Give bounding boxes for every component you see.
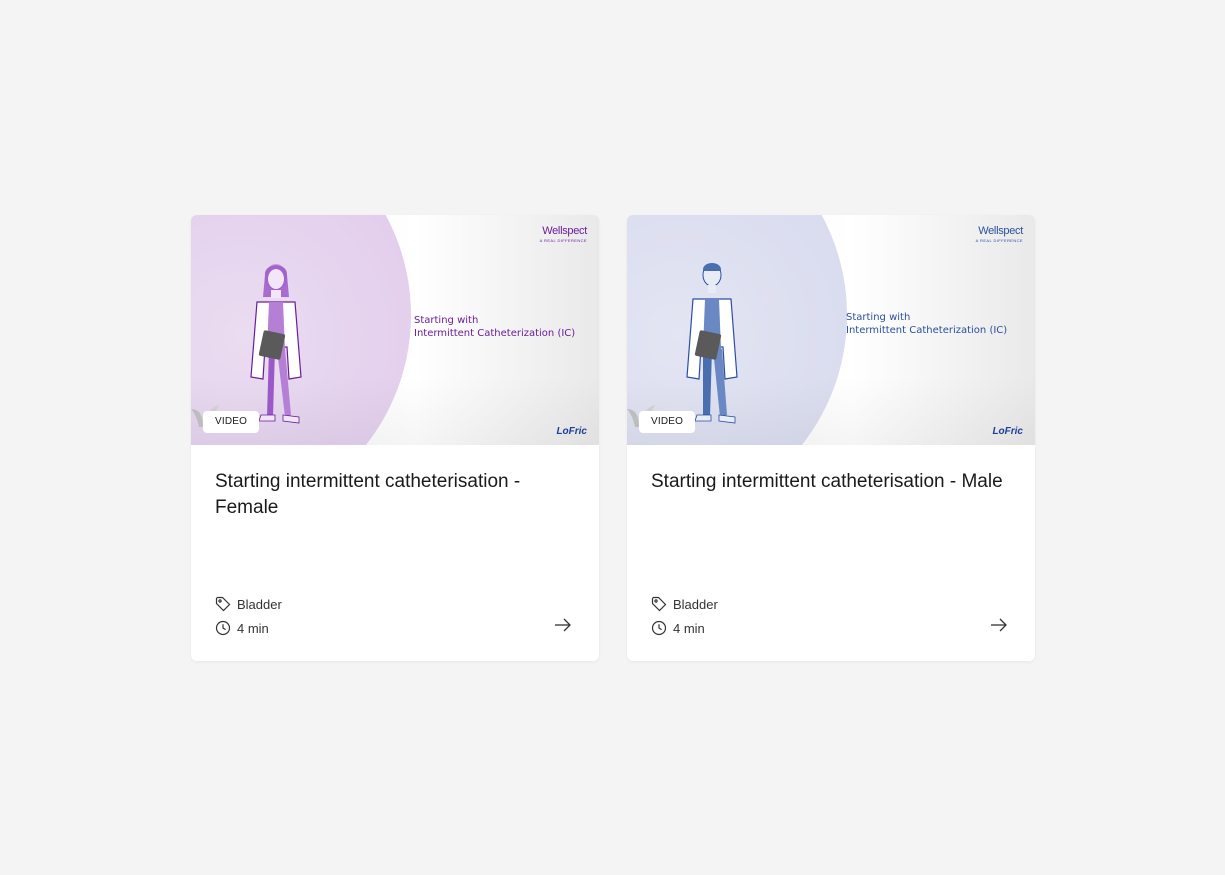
card-duration: 4 min — [215, 620, 269, 636]
tag-label: Bladder — [237, 596, 282, 612]
video-badge: VIDEO — [639, 411, 696, 433]
video-badge: VIDEO — [203, 411, 260, 433]
card-duration: 4 min — [651, 620, 705, 636]
card-title[interactable]: Starting intermittent catheterisation - … — [651, 469, 1011, 495]
lofric-logo: LoFric — [556, 426, 587, 437]
video-thumbnail[interactable]: Wellspect A REAL DIFFERENCE Starting wit… — [191, 215, 599, 445]
thumbnail-title: Starting with Intermittent Catheterizati… — [414, 315, 576, 339]
video-card-female[interactable]: Wellspect A REAL DIFFERENCE Starting wit… — [191, 215, 599, 661]
tag-icon — [651, 596, 667, 612]
tag-label: Bladder — [673, 596, 718, 612]
tag-icon — [215, 596, 231, 612]
duration-label: 4 min — [673, 620, 705, 636]
video-thumbnail[interactable]: Wellspect A REAL DIFFERENCE Starting wit… — [627, 215, 1035, 445]
card-title[interactable]: Starting intermittent catheterisation - … — [215, 469, 575, 521]
female-figure-illustration — [250, 264, 302, 424]
duration-label: 4 min — [237, 620, 269, 636]
thumbnail-title: Starting with Intermittent Catheterizati… — [846, 312, 1008, 336]
lofric-logo: LoFric — [992, 426, 1023, 437]
arrow-right-icon[interactable] — [989, 616, 1009, 634]
wellspect-logo: Wellspect A REAL DIFFERENCE — [539, 225, 588, 243]
male-figure-illustration — [686, 263, 738, 424]
arrow-right-icon[interactable] — [553, 616, 573, 634]
card-tag: Bladder — [215, 596, 282, 612]
card-tag: Bladder — [651, 596, 718, 612]
video-card-male[interactable]: Wellspect A REAL DIFFERENCE Starting wit… — [627, 215, 1035, 661]
clock-icon — [215, 620, 231, 636]
clock-icon — [651, 620, 667, 636]
wellspect-logo: Wellspect A REAL DIFFERENCE — [975, 225, 1024, 243]
